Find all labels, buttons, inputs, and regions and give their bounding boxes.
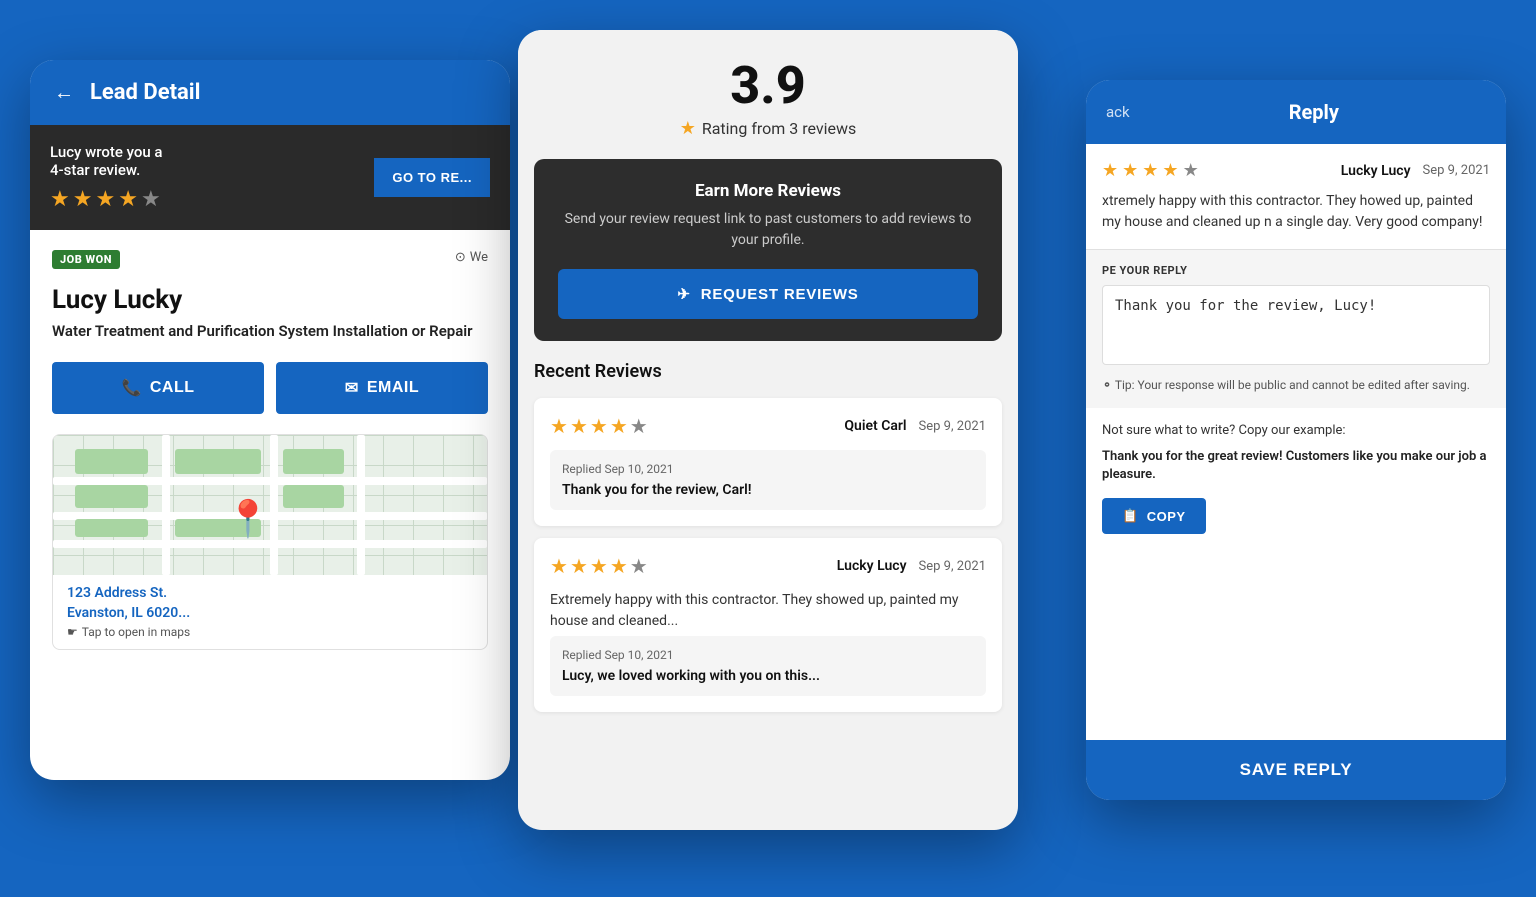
- example-text: Thank you for the great review! Customer…: [1102, 448, 1490, 484]
- lead-service: Water Treatment and Purification System …: [52, 321, 488, 342]
- call-button[interactable]: 📞 CALL: [52, 362, 264, 414]
- r2-star-5: ★: [630, 554, 648, 578]
- review-card-1-header: ★ ★ ★ ★ ★ Quiet Carl Sep 9, 2021: [550, 414, 986, 438]
- rating-number: 3.9: [538, 60, 998, 112]
- lead-detail-title: Lead Detail: [90, 80, 200, 105]
- r1-star-1: ★: [550, 414, 568, 438]
- star-5: ★: [141, 187, 161, 212]
- reviewer-2-info: Lucky Lucy Sep 9, 2021: [837, 558, 986, 574]
- rr-star-4: ★: [1162, 160, 1178, 181]
- type-reply-label: PE YOUR REPLY: [1102, 264, 1490, 277]
- reviews-card: 3.9 ★ Rating from 3 reviews Earn More Re…: [518, 30, 1018, 830]
- lead-detail-header: ← Lead Detail: [30, 60, 510, 125]
- save-reply-button[interactable]: SAVE REPLY: [1086, 740, 1506, 800]
- copy-icon: 📋: [1122, 508, 1139, 524]
- go-to-review-button[interactable]: GO TO RE...: [374, 158, 490, 197]
- review-banner-text: Lucy wrote you a 4-star review.: [50, 143, 163, 179]
- review-card-2: ★ ★ ★ ★ ★ Lucky Lucy Sep 9, 2021 Extreme…: [534, 538, 1002, 712]
- job-won-badge: JOB WON: [52, 250, 120, 269]
- rating-header: 3.9 ★ Rating from 3 reviews: [518, 30, 1018, 159]
- request-reviews-button[interactable]: ✈ REQUEST REVIEWS: [558, 269, 978, 319]
- review-2-reply-text: Lucy, we loved working with you on this.…: [562, 668, 974, 684]
- reply-back-text[interactable]: ack: [1106, 103, 1130, 121]
- r2-star-1: ★: [550, 554, 568, 578]
- review-1-reply-text: Thank you for the review, Carl!: [562, 482, 974, 498]
- action-buttons: 📞 CALL ✉ EMAIL: [52, 362, 488, 414]
- review-stars: ★ ★ ★ ★ ★: [50, 187, 163, 212]
- address-line2: Evanston, IL 6020...: [67, 605, 473, 621]
- map-section[interactable]: 📍 123 Address St. Evanston, IL 6020... ☛…: [52, 434, 488, 650]
- reply-reviewer-name: Lucky Lucy: [1341, 163, 1411, 179]
- reply-card: ack Reply ★ ★ ★ ★ ★ Lucky Lucy Sep 9, 20…: [1086, 80, 1506, 800]
- recent-reviews-title: Recent Reviews: [534, 361, 1002, 382]
- lead-content: JOB WON ⊙ We Lucy Lucky Water Treatment …: [30, 230, 510, 670]
- map-image: 📍: [53, 435, 487, 575]
- review-2-reply-box: Replied Sep 10, 2021 Lucy, we loved work…: [550, 636, 986, 696]
- phone-icon: 📞: [121, 378, 141, 398]
- review-card-2-header: ★ ★ ★ ★ ★ Lucky Lucy Sep 9, 2021: [550, 554, 986, 578]
- copy-button[interactable]: 📋 COPY: [1102, 498, 1206, 534]
- reply-review-date: Sep 9, 2021: [1423, 163, 1490, 178]
- review-banner-left: Lucy wrote you a 4-star review. ★ ★ ★ ★ …: [50, 143, 163, 212]
- rating-star-icon: ★: [680, 118, 696, 139]
- tap-to-open-text: ☛ Tap to open in maps: [67, 625, 473, 639]
- tip-text: ⚬ Tip: Your response will be public and …: [1102, 377, 1490, 394]
- review-1-stars: ★ ★ ★ ★ ★: [550, 414, 648, 438]
- star-4: ★: [118, 187, 138, 212]
- example-section: Not sure what to write? Copy our example…: [1086, 408, 1506, 549]
- reply-header: ack Reply: [1086, 80, 1506, 144]
- back-arrow-icon[interactable]: ←: [54, 80, 74, 105]
- earn-reviews-box: Earn More Reviews Send your review reque…: [534, 159, 1002, 341]
- review-2-stars: ★ ★ ★ ★ ★: [550, 554, 648, 578]
- type-reply-section: PE YOUR REPLY Thank you for the review, …: [1086, 250, 1506, 408]
- rr-star-3: ★: [1142, 160, 1158, 181]
- reply-textarea[interactable]: Thank you for the review, Lucy!: [1102, 285, 1490, 365]
- review-banner: Lucy wrote you a 4-star review. ★ ★ ★ ★ …: [30, 125, 510, 230]
- star-2: ★: [73, 187, 93, 212]
- earn-reviews-title: Earn More Reviews: [558, 181, 978, 201]
- review-1-date: Sep 9, 2021: [919, 419, 986, 434]
- map-pin-icon: 📍: [226, 498, 271, 540]
- earn-reviews-description: Send your review request link to past cu…: [558, 209, 978, 251]
- r1-star-3: ★: [590, 414, 608, 438]
- reviewer-2-name: Lucky Lucy: [837, 558, 907, 574]
- reviewer-1-name: Quiet Carl: [844, 418, 906, 434]
- review-1-reply-date: Replied Sep 10, 2021: [562, 462, 974, 476]
- address-line1: 123 Address St.: [67, 585, 473, 601]
- r2-star-2: ★: [570, 554, 588, 578]
- review-1-reply-box: Replied Sep 10, 2021 Thank you for the r…: [550, 450, 986, 510]
- reply-review-header: ★ ★ ★ ★ ★ Lucky Lucy Sep 9, 2021: [1102, 160, 1490, 181]
- lead-name: Lucy Lucky: [52, 285, 488, 315]
- example-label: Not sure what to write? Copy our example…: [1102, 422, 1490, 440]
- rating-subtitle: ★ Rating from 3 reviews: [538, 118, 998, 139]
- review-card-1: ★ ★ ★ ★ ★ Quiet Carl Sep 9, 2021 Replied…: [534, 398, 1002, 526]
- rr-star-1: ★: [1102, 160, 1118, 181]
- star-3: ★: [95, 187, 115, 212]
- map-address: 123 Address St. Evanston, IL 6020... ☛ T…: [53, 575, 487, 649]
- maps-icon: ☛: [67, 625, 78, 639]
- send-icon: ✈: [677, 285, 690, 303]
- email-icon: ✉: [345, 378, 359, 398]
- review-2-reply-date: Replied Sep 10, 2021: [562, 648, 974, 662]
- recent-reviews-section: Recent Reviews ★ ★ ★ ★ ★ Quiet Carl Sep …: [518, 341, 1018, 744]
- star-1: ★: [50, 187, 70, 212]
- r2-star-3: ★: [590, 554, 608, 578]
- we-label: ⊙ We: [455, 250, 488, 265]
- reply-review-body: xtremely happy with this contractor. The…: [1102, 191, 1490, 233]
- review-2-date: Sep 9, 2021: [919, 559, 986, 574]
- rr-star-2: ★: [1122, 160, 1138, 181]
- lead-detail-card: ← Lead Detail Lucy wrote you a 4-star re…: [30, 60, 510, 780]
- review-2-body: Extremely happy with this contractor. Th…: [550, 590, 986, 632]
- r1-star-5: ★: [630, 414, 648, 438]
- reply-review-section: ★ ★ ★ ★ ★ Lucky Lucy Sep 9, 2021 xtremel…: [1086, 144, 1506, 250]
- email-button[interactable]: ✉ EMAIL: [276, 362, 488, 414]
- r2-star-4: ★: [610, 554, 628, 578]
- r1-star-4: ★: [610, 414, 628, 438]
- rr-star-5: ★: [1183, 160, 1199, 181]
- reviewer-1-info: Quiet Carl Sep 9, 2021: [844, 418, 986, 434]
- r1-star-2: ★: [570, 414, 588, 438]
- reply-title: Reply: [1142, 100, 1486, 124]
